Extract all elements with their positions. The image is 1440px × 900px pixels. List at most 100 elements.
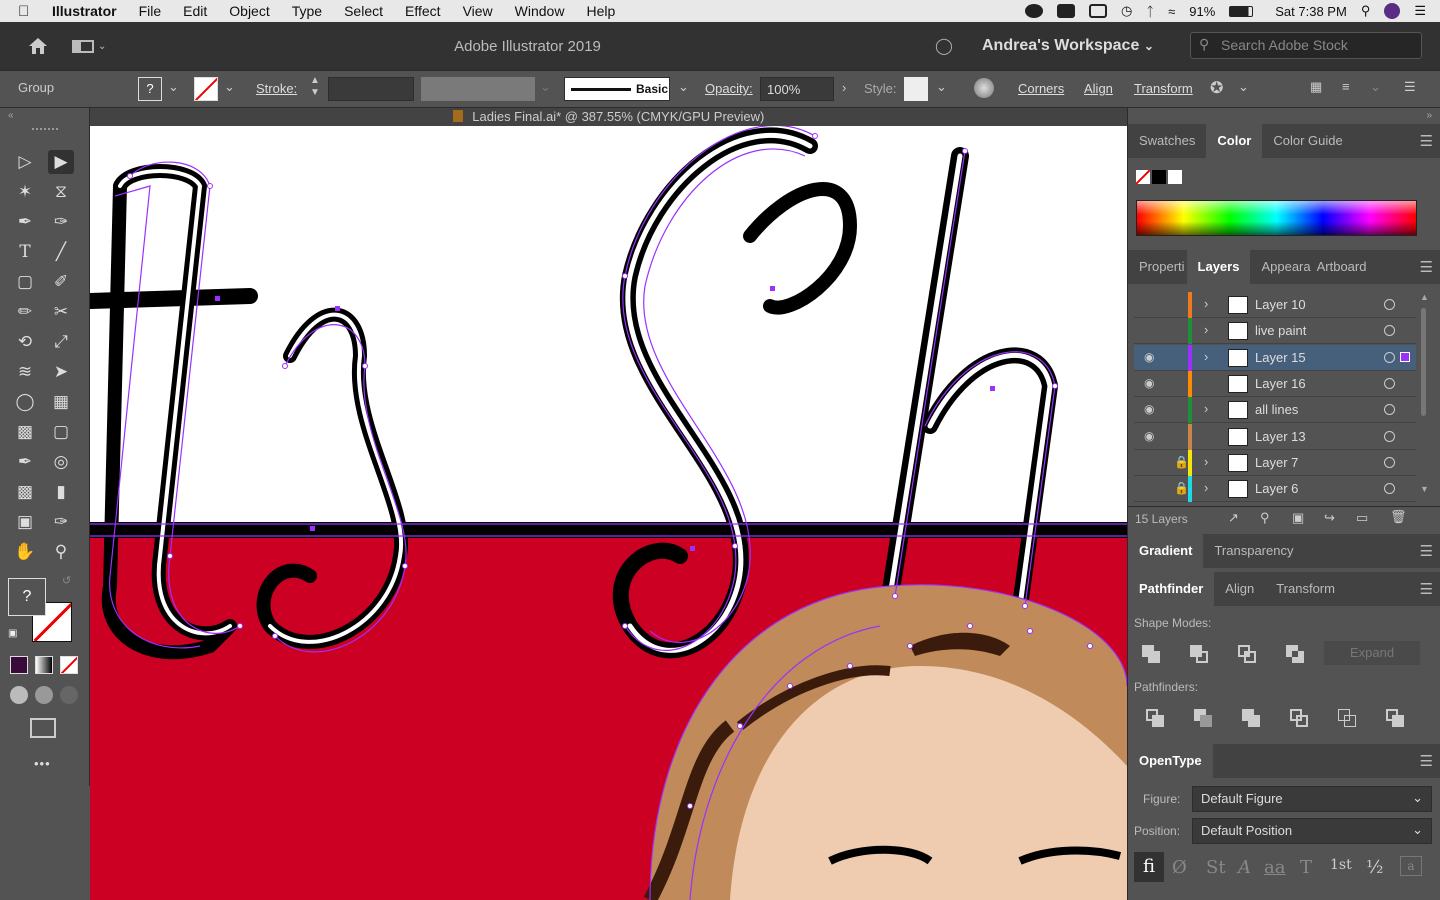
paintbrush-tool-icon[interactable]: ✐ bbox=[48, 270, 74, 294]
eye-icon[interactable]: ◉ bbox=[1144, 350, 1154, 364]
variable-width-profile[interactable] bbox=[421, 77, 535, 101]
rotate-tool-icon[interactable]: ⟲ bbox=[12, 330, 38, 354]
target-circle-icon[interactable] bbox=[1384, 299, 1395, 310]
make-clipping-mask-icon[interactable]: ▣ bbox=[1292, 510, 1304, 526]
corners-link[interactable]: Corners bbox=[1018, 81, 1064, 96]
recolor-artwork-icon[interactable] bbox=[974, 78, 994, 98]
airplay-icon[interactable] bbox=[1088, 4, 1107, 18]
time-machine-icon[interactable]: ◷ bbox=[1121, 3, 1132, 19]
color-white-swatch[interactable] bbox=[1168, 170, 1182, 184]
magic-wand-tool-icon[interactable]: ✶ bbox=[12, 180, 38, 204]
opacity-label[interactable]: Opacity: bbox=[705, 81, 753, 96]
layer-name[interactable]: Layer 6 bbox=[1255, 481, 1298, 496]
layers-scrollbar[interactable]: ▲ ▼ bbox=[1420, 292, 1429, 496]
draw-behind-icon[interactable] bbox=[35, 686, 53, 704]
curvature-tool-icon[interactable]: ✑ bbox=[48, 210, 74, 234]
layer-name[interactable]: Layer 10 bbox=[1255, 297, 1306, 312]
stroke-label[interactable]: Stroke: bbox=[256, 81, 297, 96]
mesh-tool-icon[interactable]: ▩ bbox=[12, 420, 38, 444]
stroke-swatch-button[interactable] bbox=[194, 77, 218, 101]
hand-tool-icon[interactable]: ✋ bbox=[12, 540, 38, 564]
layer-row[interactable]: ◉ Layer 16 bbox=[1134, 370, 1416, 397]
color-mode-button[interactable] bbox=[10, 656, 28, 674]
blend-tool-icon[interactable]: ◎ bbox=[48, 450, 74, 474]
lasso-tool-icon[interactable]: ⧖ bbox=[48, 180, 74, 204]
align-link[interactable]: Align bbox=[1084, 81, 1113, 96]
locate-object-icon[interactable]: ⚲ bbox=[1260, 510, 1270, 526]
tab-color[interactable]: Color bbox=[1206, 124, 1263, 158]
layer-name[interactable]: Layer 7 bbox=[1255, 455, 1298, 470]
position-select[interactable]: Default Position ⌄ bbox=[1192, 818, 1432, 844]
lightbulb-icon[interactable]: ◯ bbox=[935, 36, 953, 56]
layer-row[interactable]: ◉ › all lines bbox=[1134, 397, 1416, 424]
artboard-canvas[interactable] bbox=[90, 126, 1127, 900]
layer-row[interactable]: 🔒 › Layer 6 bbox=[1134, 476, 1416, 503]
target-circle-icon[interactable] bbox=[1384, 325, 1395, 337]
target-circle-icon[interactable] bbox=[1384, 404, 1395, 416]
fill-stroke-widget[interactable]: ? ↺ ▣ bbox=[8, 575, 76, 644]
panel-collapse-icon[interactable]: « bbox=[8, 110, 14, 121]
layer-name[interactable]: live paint bbox=[1255, 323, 1306, 338]
menu-view[interactable]: View bbox=[463, 3, 493, 19]
layer-row[interactable]: 🔒 › Layer 7 bbox=[1134, 449, 1416, 476]
panel-menu-icon[interactable]: ☰ bbox=[1420, 542, 1433, 560]
contextual-alternates-button[interactable]: Ø bbox=[1172, 857, 1187, 878]
layer-name[interactable]: all lines bbox=[1255, 402, 1298, 417]
layer-name[interactable]: Layer 16 bbox=[1255, 376, 1306, 391]
target-circle-icon[interactable] bbox=[1384, 377, 1395, 389]
opacity-field[interactable]: 100% bbox=[760, 77, 834, 101]
chevron-down-icon[interactable]: ⌄ bbox=[168, 79, 179, 95]
color-black-swatch[interactable] bbox=[1152, 170, 1166, 184]
ordinals-button[interactable]: 1st bbox=[1330, 857, 1352, 873]
target-circle-icon[interactable] bbox=[1384, 351, 1395, 363]
battery-icon[interactable] bbox=[1229, 5, 1254, 17]
menu-app-name[interactable]: Illustrator bbox=[52, 3, 117, 19]
expand-button[interactable]: Expand bbox=[1324, 641, 1420, 665]
document-tab[interactable]: Ladies Final.ai* @ 387.55% (CMYK/GPU Pre… bbox=[90, 108, 1127, 126]
type-tool-icon[interactable]: T bbox=[12, 240, 38, 264]
export-icon[interactable]: ↗ bbox=[1228, 510, 1239, 526]
tab-gradient[interactable]: Gradient bbox=[1128, 534, 1204, 568]
creative-cloud-icon[interactable] bbox=[1024, 4, 1043, 18]
tab-opentype[interactable]: OpenType bbox=[1128, 744, 1213, 778]
chevron-right-icon[interactable]: › bbox=[1204, 454, 1208, 469]
spotlight-search-icon[interactable]: ⚲ bbox=[1361, 3, 1371, 19]
selection-tool-icon[interactable]: ▷ bbox=[12, 150, 38, 174]
color-spectrum[interactable] bbox=[1136, 200, 1417, 236]
merge-icon[interactable] bbox=[1242, 709, 1264, 729]
layer-name[interactable]: Layer 13 bbox=[1255, 429, 1306, 444]
panel-menu-icon[interactable]: ☰ bbox=[1420, 580, 1433, 598]
titling-alternates-button[interactable]: T bbox=[1300, 857, 1312, 878]
tab-layers[interactable]: Layers bbox=[1186, 250, 1251, 284]
default-fill-stroke-icon[interactable]: ▣ bbox=[8, 628, 17, 639]
chevron-right-icon[interactable]: › bbox=[842, 80, 846, 95]
puppet-warp-icon[interactable]: ✪ bbox=[1210, 78, 1223, 98]
chevron-right-icon[interactable]: › bbox=[1204, 480, 1208, 495]
ligatures-button[interactable]: ﬁ bbox=[1134, 852, 1164, 882]
stylistic-sets-button[interactable]: a bbox=[1400, 856, 1422, 876]
menu-effect[interactable]: Effect bbox=[405, 3, 441, 19]
layer-row[interactable]: ◉ › Layer 15 bbox=[1134, 344, 1416, 371]
workspace-switcher[interactable]: Andrea's Workspace ⌄ bbox=[982, 37, 1154, 55]
chevron-down-icon[interactable]: ⌄ bbox=[540, 79, 551, 95]
eye-icon[interactable]: ◉ bbox=[1144, 376, 1154, 390]
search-adobe-stock-input[interactable]: ⚲ Search Adobe Stock bbox=[1190, 32, 1422, 59]
notification-center-icon[interactable]: ☰ bbox=[1414, 3, 1426, 19]
transform-link[interactable]: Transform bbox=[1134, 81, 1193, 96]
new-layer-icon[interactable]: ▭ bbox=[1356, 510, 1368, 526]
chevron-right-icon[interactable]: › bbox=[1204, 349, 1208, 364]
eye-icon[interactable]: ◉ bbox=[1144, 402, 1154, 416]
layer-row[interactable]: › live paint bbox=[1134, 318, 1416, 345]
chevron-right-icon[interactable]: › bbox=[1204, 322, 1208, 337]
rectangle-tool-icon[interactable]: ▢ bbox=[12, 270, 38, 294]
chevron-right-icon[interactable]: › bbox=[1204, 401, 1208, 416]
chevron-down-icon[interactable]: ⌄ bbox=[1370, 79, 1381, 95]
tab-color-guide[interactable]: Color Guide bbox=[1262, 124, 1353, 158]
target-circle-icon[interactable] bbox=[1384, 456, 1395, 468]
eye-icon[interactable]: ◉ bbox=[1144, 429, 1154, 443]
stylistic-alternates-button[interactable]: aa bbox=[1264, 857, 1285, 878]
scroll-up-icon[interactable]: ▲ bbox=[1420, 292, 1429, 302]
layer-row[interactable]: › Layer 10 bbox=[1134, 292, 1416, 318]
isolate-group-icon[interactable]: ▦ bbox=[1310, 79, 1322, 95]
gradient-tool-icon[interactable]: ▢ bbox=[48, 420, 74, 444]
